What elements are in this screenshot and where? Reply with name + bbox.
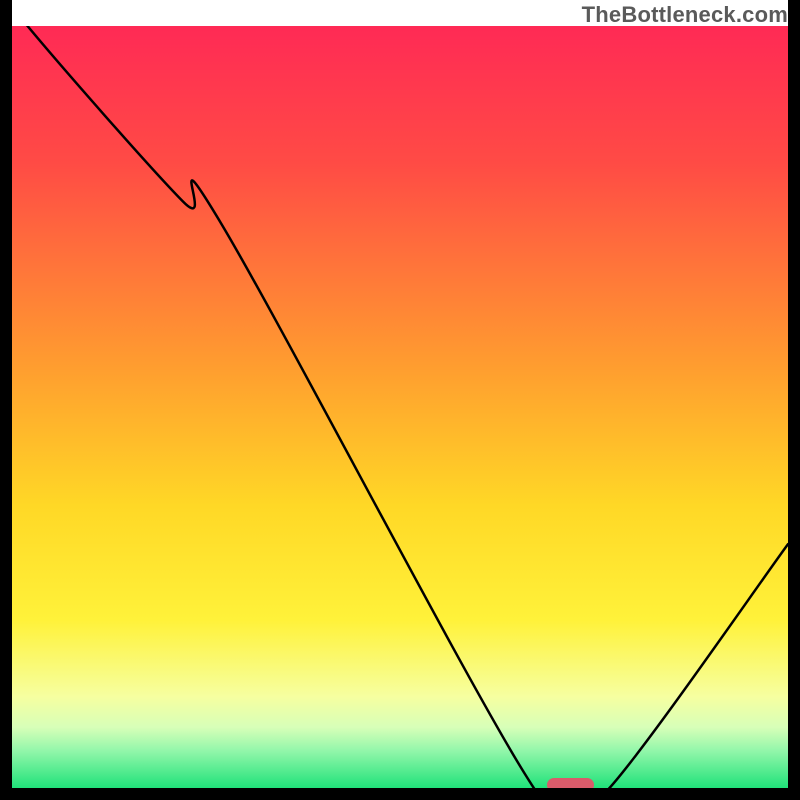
bottleneck-curve xyxy=(12,26,788,788)
optimum-marker xyxy=(547,778,594,788)
plot-area xyxy=(12,26,788,788)
